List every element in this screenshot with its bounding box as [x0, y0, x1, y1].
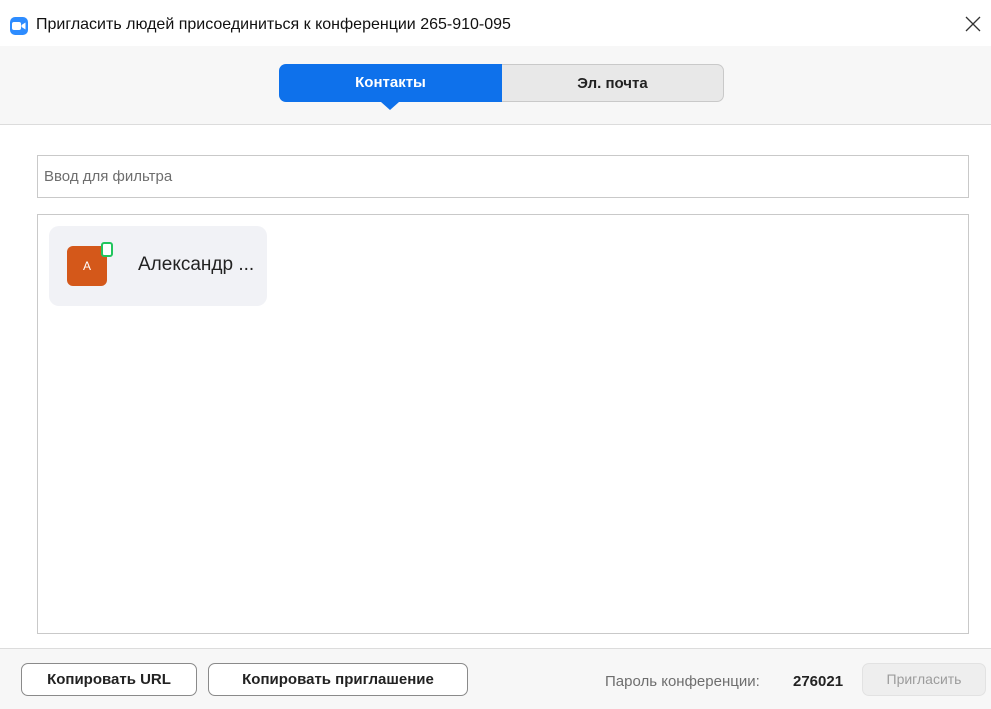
video-camera-icon — [10, 17, 28, 35]
filter-input[interactable] — [37, 155, 969, 198]
tab-email[interactable]: Эл. почта — [502, 64, 724, 102]
tab-bar: Контакты Эл. почта — [0, 46, 991, 125]
password-label: Пароль конференции: — [605, 673, 760, 690]
password-value: 276021 — [793, 673, 844, 690]
copy-url-button[interactable]: Копировать URL — [21, 663, 197, 696]
active-tab-pointer — [381, 102, 399, 110]
close-icon — [965, 16, 981, 32]
close-button[interactable] — [951, 10, 991, 40]
tab-switcher: Контакты Эл. почта — [279, 64, 724, 110]
invite-dialog: Пригласить людей присоединиться к конфер… — [0, 0, 991, 709]
contact-name: Александр ... — [138, 254, 255, 275]
footer-bar: Копировать URL Копировать приглашение Па… — [0, 648, 991, 709]
presence-online-icon — [101, 242, 113, 257]
invite-button[interactable]: Пригласить — [862, 663, 986, 696]
contact-card[interactable]: А Александр ... — [49, 226, 267, 306]
title-bar: Пригласить людей присоединиться к конфер… — [0, 0, 991, 46]
tab-contacts[interactable]: Контакты — [279, 64, 502, 102]
window-title: Пригласить людей присоединиться к конфер… — [36, 16, 511, 33]
copy-invitation-button[interactable]: Копировать приглашение — [208, 663, 468, 696]
contacts-list: А Александр ... — [37, 214, 969, 634]
